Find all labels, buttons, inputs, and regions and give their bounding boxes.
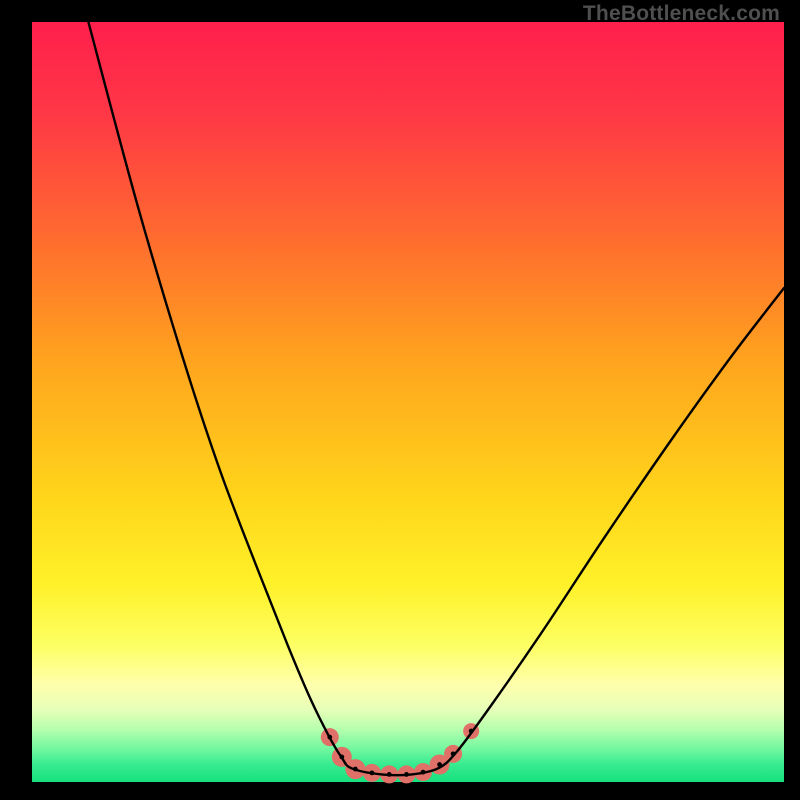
- marker-dot: [437, 762, 442, 767]
- marker-dot: [339, 755, 344, 760]
- marker-dot: [404, 772, 409, 777]
- marker-dot: [387, 772, 392, 777]
- outer-frame: TheBottleneck.com: [0, 0, 800, 800]
- marker-dot: [421, 770, 426, 775]
- bottleneck-curve: [88, 22, 784, 775]
- chart-svg: [32, 22, 784, 782]
- marker-dot: [451, 751, 456, 756]
- marker-dot: [469, 729, 474, 734]
- watermark-text: TheBottleneck.com: [583, 2, 780, 26]
- marker-dot: [353, 767, 358, 772]
- marker-dot: [370, 770, 375, 775]
- marker-dot: [327, 735, 332, 740]
- plot-area: [32, 22, 784, 782]
